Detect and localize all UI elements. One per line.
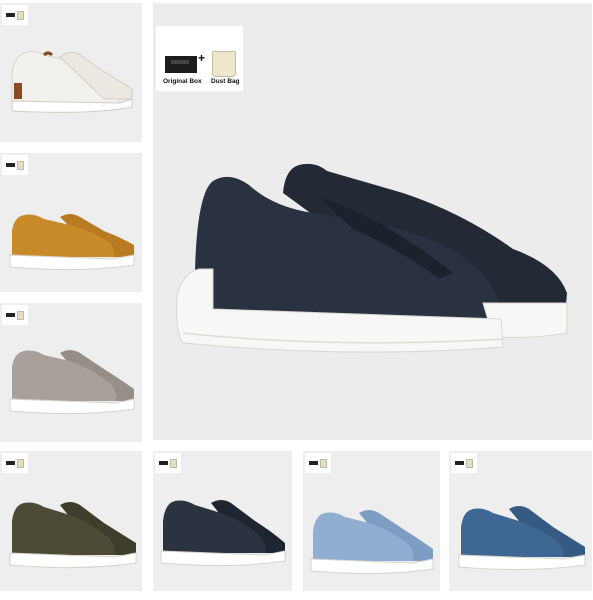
thumbnail-light-blue-suede-sneaker[interactable] — [303, 451, 440, 591]
sneaker-image — [9, 502, 137, 569]
main-product-image[interactable]: + Original Box Dust Bag — [153, 3, 592, 440]
thumbnail-tan-suede-sneaker[interactable] — [0, 153, 142, 292]
sneaker-image — [310, 510, 434, 575]
thumbnail-olive-suede-sneaker[interactable] — [0, 451, 142, 591]
sneaker-image — [160, 500, 286, 567]
thumbnail-blue-suede-sneaker[interactable] — [449, 451, 592, 591]
sneaker-image — [11, 50, 133, 113]
sneaker-image — [9, 214, 135, 271]
sneaker-image — [458, 506, 586, 571]
thumbnail-navy-leather-sneaker[interactable] — [153, 451, 292, 591]
thumbnail-white-sneaker[interactable] — [0, 3, 142, 142]
main-sneaker-image — [176, 163, 568, 353]
sneaker-image — [9, 350, 135, 415]
thumbnail-grey-suede-sneaker[interactable] — [0, 303, 142, 442]
